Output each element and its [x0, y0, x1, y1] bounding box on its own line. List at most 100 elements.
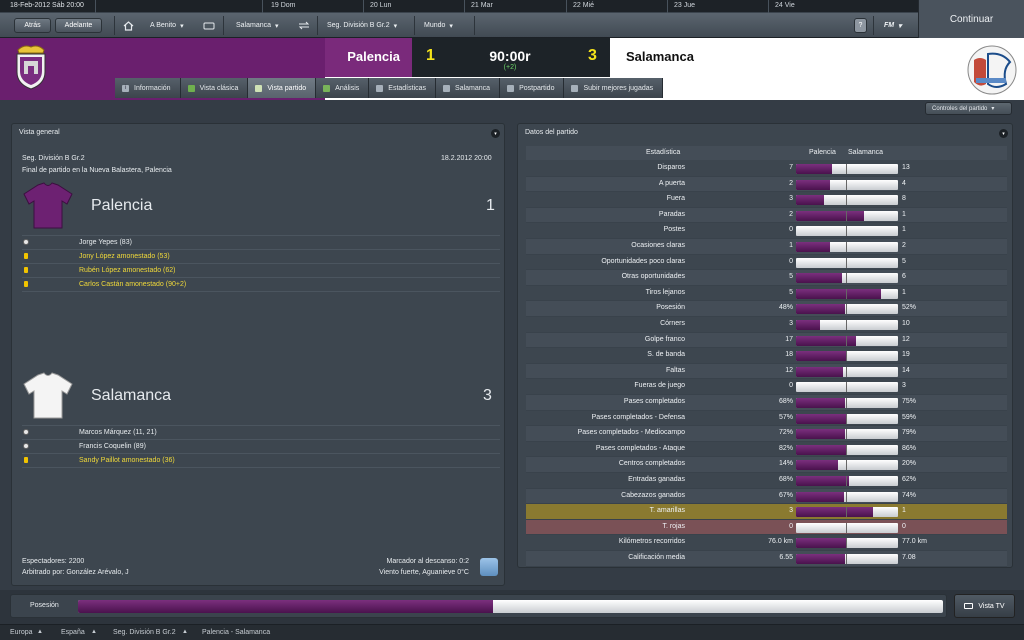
goal-icon — [22, 239, 29, 245]
stat-home-value: 3 — [789, 195, 793, 203]
stat-away-value: 10 — [902, 320, 910, 327]
chevron-down-icon: ▾ — [898, 22, 902, 30]
added-time: (+2) — [503, 64, 517, 71]
stat-bar — [796, 320, 898, 330]
tab-analisis[interactable]: Análisis — [316, 78, 370, 98]
stat-label: Pases completados - Defensa — [591, 413, 685, 421]
stat-bar — [796, 179, 898, 190]
stat-row: Disparos 7 13 — [526, 161, 1007, 177]
stat-home-value: 0 — [789, 226, 793, 234]
manager-menu[interactable]: A Benito ▾ — [150, 18, 184, 33]
breadcrumb-item[interactable]: Seg. División B Gr.2 — [113, 629, 176, 636]
breadcrumb-item[interactable]: España — [61, 629, 85, 636]
tab-label: Vista clásica — [199, 84, 239, 92]
tab-informacion[interactable]: i Información — [115, 78, 181, 98]
weather-icon — [480, 558, 498, 576]
tab-salamanca[interactable]: Salamanca — [436, 78, 501, 98]
transfer-icon[interactable] — [298, 18, 310, 33]
stat-home-value: 1 — [789, 242, 793, 249]
stat-bar — [796, 554, 898, 564]
stat-row: Tiros lejanos 5 1 — [526, 286, 1007, 302]
tab-label: Información — [134, 84, 171, 92]
calendar-day[interactable]: 23 Jue — [674, 2, 695, 9]
stat-label: A puerta — [658, 179, 685, 187]
stat-row: Posesión 48% 52% — [526, 301, 1007, 317]
forward-button[interactable]: Adelante — [55, 18, 102, 33]
competition-label: Seg. División B Gr.2 — [327, 22, 390, 29]
panel-menu-icon[interactable]: ▾ — [491, 129, 500, 138]
tab-vista-partido[interactable]: Vista partido — [248, 78, 317, 98]
stat-bar-home-fill — [796, 210, 865, 221]
world-menu[interactable]: Mundo ▾ — [424, 18, 453, 33]
stat-row: Cabezazos ganados 67% 74% — [526, 488, 1007, 505]
stat-away-value: 13 — [902, 164, 910, 171]
calendar-day[interactable]: 19 Dom — [271, 2, 296, 9]
stat-bar — [796, 507, 898, 518]
tab-postpartido[interactable]: Postpartido — [500, 78, 565, 98]
stat-bar — [796, 288, 898, 299]
stat-bar — [796, 444, 898, 455]
stat-bar-midline — [846, 195, 847, 206]
stat-label: S. de banda — [647, 351, 685, 359]
home-team-name[interactable]: Palencia — [330, 49, 400, 64]
stat-bar-home-fill — [796, 554, 846, 564]
home-icon[interactable] — [123, 18, 134, 33]
home-event: Rubén López amonestado (62) — [22, 263, 500, 277]
calendar-day[interactable]: 22 Mié — [573, 2, 594, 9]
stat-label: Golpe franco — [644, 335, 685, 343]
club-menu[interactable]: Salamanca ▾ — [236, 18, 279, 33]
stat-label: Pases completados — [623, 398, 685, 405]
referee: Arbitrado por: González Arévalo, J — [22, 569, 129, 576]
stat-away-value: 75% — [902, 398, 917, 405]
tv-view-button[interactable]: Vista TV — [954, 594, 1015, 618]
stat-bar-home-fill — [796, 351, 846, 362]
stat-row: Ocasiones claras 1 2 — [526, 239, 1007, 255]
stat-bar-midline — [846, 226, 847, 237]
inbox-icon[interactable] — [203, 18, 215, 33]
calendar-day[interactable]: 21 Mar — [471, 2, 493, 9]
chart-icon — [323, 84, 331, 92]
goal-icon — [22, 429, 29, 435]
match-controls-dropdown[interactable]: Controles del partido ▾ — [925, 102, 1012, 115]
help-button[interactable]: ? — [854, 18, 867, 33]
breadcrumb-item[interactable]: Palencia - Salamanca — [202, 629, 270, 636]
back-button[interactable]: Atrás — [14, 18, 51, 33]
stat-row: Pases completados - Mediocampo 72% 79% — [526, 426, 1007, 442]
away-crest-icon — [967, 45, 1017, 95]
stat-row: S. de banda 18 19 — [526, 348, 1007, 364]
competition-menu[interactable]: Seg. División B Gr.2 ▾ — [327, 18, 397, 33]
tab-vista-clasica[interactable]: Vista clásica — [180, 78, 249, 98]
panel-menu-icon[interactable]: ▾ — [999, 129, 1008, 138]
calendar-day[interactable]: 20 Lun — [370, 2, 391, 9]
stat-label: Entradas ganadas — [628, 476, 685, 483]
stat-bar — [796, 257, 898, 268]
fm-menu[interactable]: FM ▾ — [884, 18, 902, 33]
stat-away-value: 77.0 km — [902, 538, 927, 546]
possession-label: Posesión — [30, 602, 59, 609]
stat-away-value: 74% — [902, 491, 917, 499]
col-stat: Estadística — [646, 149, 681, 156]
tab-subir-jugadas[interactable]: Subir mejores jugadas — [564, 78, 664, 98]
stat-bar-home-fill — [796, 320, 820, 330]
stat-label: Disparos — [657, 164, 685, 171]
tab-estadisticas[interactable]: Estadísticas — [369, 78, 437, 98]
stat-label: Posesión — [656, 304, 685, 312]
stat-away-value: 79% — [902, 429, 917, 437]
stat-bar — [796, 351, 898, 362]
chevron-down-icon: ▾ — [275, 22, 279, 30]
continue-button[interactable]: Continuar — [918, 0, 1024, 38]
stat-row: T. amarillas 3 1 — [526, 504, 1007, 520]
stat-row: Córners 3 10 — [526, 317, 1007, 333]
calendar-day[interactable]: 24 Vie — [775, 2, 795, 9]
stat-label: Paradas — [658, 210, 685, 218]
current-date: 18-Feb-2012 Sáb 20:00 — [10, 2, 84, 9]
stat-home-value: 17 — [785, 335, 793, 343]
stat-away-value: 7.08 — [902, 554, 916, 561]
weather: Viento fuerte, Aguanieve 0°C — [379, 569, 469, 576]
home-event: Carlos Castán amonestado (90+2) — [22, 277, 500, 291]
away-team-name[interactable]: Salamanca — [626, 49, 694, 64]
stat-bar-midline — [846, 476, 847, 486]
stat-bar-midline — [846, 164, 847, 174]
breadcrumb-item[interactable]: Europa — [10, 629, 33, 636]
stat-bar-home-fill — [796, 476, 850, 486]
